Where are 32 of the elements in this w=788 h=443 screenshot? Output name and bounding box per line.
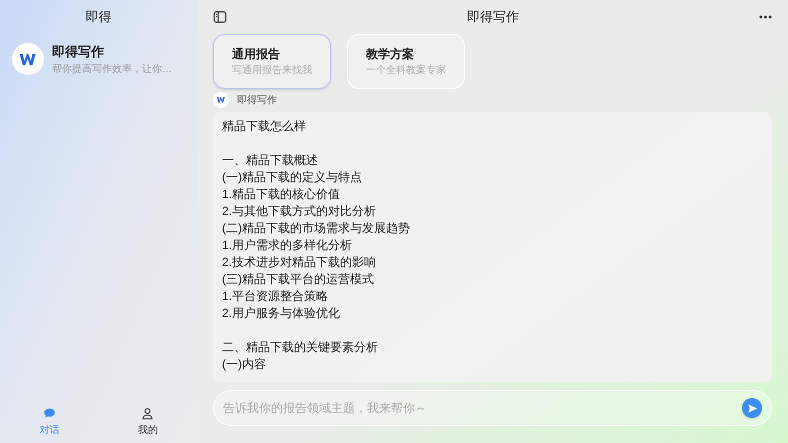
message-line: 2.与其他下载方式的对比分析 — [222, 203, 378, 220]
chat-item[interactable]: 即得写作 帮你提高写作效率，让你… — [0, 34, 197, 84]
prompt-card[interactable]: 教学方案 一个全科教案专家 — [347, 34, 465, 89]
sender-name: 即得写作 — [237, 94, 277, 108]
message-line: 精品下载怎么样 — [222, 118, 307, 135]
message-input[interactable]: 告诉我你的报告领域主题，我来帮你～ — [213, 390, 772, 426]
message-line: (二)精品下载的市场需求与发展趋势 — [222, 220, 411, 237]
logo-icon — [213, 92, 229, 108]
logo-icon — [12, 43, 44, 76]
message-line: 1.精品下载的核心价值 — [222, 186, 342, 203]
message-line: 1.用户需求的多样化分析 — [222, 237, 354, 254]
prompt-card[interactable]: 通用报告 写通用报告来找我 — [213, 34, 331, 89]
message-line: (一)内容 — [222, 356, 267, 373]
message-line: 1.平台资源整合策略 — [222, 288, 330, 305]
message-line: (三)精品下载平台的运营模式 — [222, 271, 375, 288]
nav-tab[interactable]: 我的 — [98, 406, 197, 438]
sidebar-toggle-icon[interactable] — [213, 10, 227, 24]
more-icon[interactable] — [759, 15, 772, 19]
chat-preview: 帮你提高写作效率，让你… — [52, 62, 172, 76]
person-icon — [141, 406, 154, 420]
chat-bubble-icon — [42, 406, 56, 420]
message-line: 一、精品下载概述 — [222, 152, 319, 169]
send-icon — [746, 402, 758, 414]
chat-name: 即得写作 — [52, 43, 105, 61]
input-text[interactable]: 告诉我你的报告领域主题，我来帮你～ — [223, 399, 742, 417]
send-button[interactable] — [742, 398, 762, 418]
message-line: (一)精品下载的定义与特点 — [222, 169, 363, 186]
sidebar-title: 即得 — [86, 8, 112, 26]
header-title: 即得写作 — [467, 8, 519, 26]
message-line: 2.用户服务与体验优化 — [222, 305, 342, 322]
message-line: 二、精品下载的关键要素分析 — [222, 339, 379, 356]
message-line: 2.技术进步对精品下载的影响 — [222, 254, 378, 271]
